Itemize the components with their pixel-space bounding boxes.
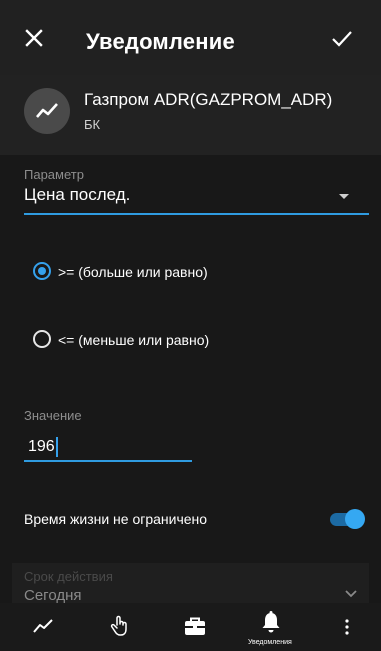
radio-greater-equal[interactable] [33,262,51,280]
app-bar: Уведомление [0,0,381,75]
value-input[interactable]: 196 [28,437,58,457]
nav-caption-notifications: Уведомления [248,639,292,646]
lifetime-toggle-knob[interactable] [345,509,365,529]
close-icon[interactable] [24,28,44,48]
instrument-header: Газпром ADR(GAZPROM_ADR) БК [0,75,381,155]
more-vertical-icon [345,619,349,635]
value-label: Значение [24,408,82,423]
validity-dropdown[interactable]: Срок действия Сегодня [12,563,369,604]
parameter-label: Параметр [24,167,84,182]
instrument-avatar [24,88,70,134]
chart-line-icon [33,619,53,633]
value-text: 196 [28,438,55,455]
bottom-nav: Уведомления [0,603,381,651]
nav-item-more[interactable] [336,603,360,651]
instrument-board: БК [84,117,101,132]
nav-item-trade[interactable] [100,603,140,651]
parameter-underline [24,213,369,215]
radio-less-equal[interactable] [33,330,51,348]
nav-item-portfolio[interactable] [174,603,214,651]
trend-line-icon [36,103,58,118]
text-cursor [55,437,58,457]
value-underline [24,460,192,462]
parameter-value[interactable]: Цена послед. [24,185,130,205]
validity-value[interactable]: Сегодня [24,587,82,604]
lifetime-label: Время жизни не ограничено [24,511,208,527]
briefcase-icon [185,617,205,635]
nav-item-notifications[interactable]: Уведомления [240,603,304,651]
nav-item-chart[interactable] [24,603,64,651]
hand-pointer-icon [110,615,127,636]
dropdown-caret-icon[interactable] [339,194,349,199]
validity-label: Срок действия [24,569,113,584]
radio-greater-equal-label[interactable]: >= (больше или равно) [58,264,208,280]
bell-icon [262,611,280,633]
radio-less-equal-label[interactable]: <= (меньше или равно) [58,332,209,348]
check-icon[interactable] [331,28,353,48]
instrument-name: Газпром ADR(GAZPROM_ADR) [84,90,333,109]
chevron-down-icon[interactable] [345,590,357,598]
page-title: Уведомление [86,29,235,54]
alert-screen: Уведомление Газпром ADR(GAZPROM_ADR) БК … [0,0,381,651]
